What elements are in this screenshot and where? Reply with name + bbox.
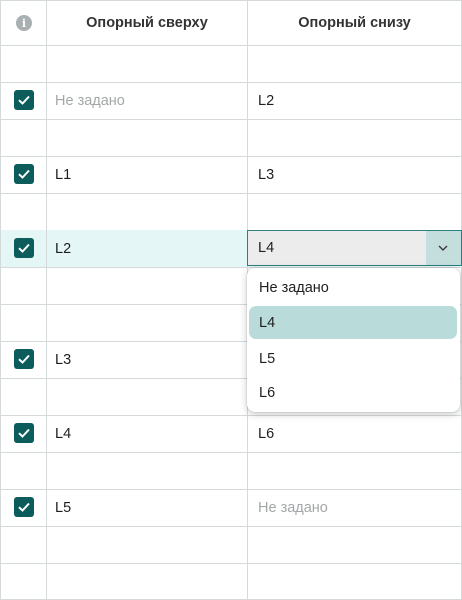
cell-bottom-reference[interactable]: L6 [258, 415, 458, 452]
cell-top-reference[interactable] [55, 267, 245, 304]
table-row[interactable] [1, 563, 462, 600]
dropdown-option[interactable]: Не задано [249, 271, 457, 304]
table-row[interactable]: L4 L6 [1, 415, 462, 453]
cell-top-reference[interactable]: L4 [55, 415, 245, 452]
cell-bottom-reference[interactable] [258, 526, 458, 563]
cell-top-reference[interactable] [55, 526, 245, 563]
check-icon [18, 95, 30, 105]
info-icon[interactable]: i [16, 15, 32, 31]
check-icon [18, 169, 30, 179]
table-row[interactable]: Не задано L2 [1, 82, 462, 120]
table-row[interactable] [1, 193, 462, 231]
dropdown-menu: Не задано L4 L5 L6 [247, 268, 460, 412]
column-header-bottom[interactable]: Опорный снизу [248, 1, 461, 45]
cell-top-reference[interactable]: L3 [55, 341, 245, 378]
cell-top-reference[interactable]: Не задано [55, 82, 245, 119]
cell-bottom-reference[interactable] [258, 563, 458, 600]
cell-bottom-reference[interactable] [258, 45, 458, 82]
cell-top-reference[interactable]: L1 [55, 156, 245, 193]
check-icon [18, 243, 30, 253]
column-divider [46, 1, 47, 599]
cell-top-reference[interactable] [55, 193, 245, 230]
dropdown-toggle-button[interactable] [426, 231, 461, 265]
dropdown-option[interactable]: L6 [249, 376, 457, 409]
bottom-reference-select[interactable]: L4 [247, 230, 462, 266]
check-icon [18, 354, 30, 364]
cell-top-reference[interactable] [55, 452, 245, 489]
row-checkbox[interactable] [14, 238, 34, 258]
table-row[interactable] [1, 45, 462, 83]
table-row[interactable] [1, 526, 462, 564]
chevron-down-icon [438, 245, 448, 251]
cell-bottom-reference[interactable]: L3 [258, 156, 458, 193]
check-icon [18, 502, 30, 512]
cell-bottom-reference[interactable] [258, 119, 458, 156]
table-row[interactable]: L1 L3 [1, 156, 462, 194]
table-row[interactable]: L5 Не задано [1, 489, 462, 527]
row-checkbox[interactable] [14, 497, 34, 517]
row-checkbox[interactable] [14, 164, 34, 184]
cell-bottom-reference[interactable] [258, 193, 458, 230]
dropdown-option[interactable]: L5 [249, 342, 457, 375]
table-row[interactable] [1, 119, 462, 157]
cell-top-reference[interactable] [55, 45, 245, 82]
cell-top-reference[interactable] [55, 378, 245, 415]
table-row[interactable] [1, 452, 462, 490]
cell-top-reference[interactable]: L2 [55, 230, 245, 267]
cell-top-reference[interactable] [55, 563, 245, 600]
select-value: L4 [258, 240, 275, 256]
cell-top-reference[interactable]: L5 [55, 489, 245, 526]
cell-bottom-reference[interactable]: L2 [258, 82, 458, 119]
cell-top-reference[interactable] [55, 304, 245, 341]
column-header-top[interactable]: Опорный сверху [47, 1, 247, 45]
cell-bottom-reference[interactable] [258, 452, 458, 489]
row-checkbox[interactable] [14, 349, 34, 369]
row-checkbox[interactable] [14, 423, 34, 443]
check-icon [18, 428, 30, 438]
row-checkbox[interactable] [14, 90, 34, 110]
cell-bottom-reference[interactable]: Не задано [258, 489, 458, 526]
cell-top-reference[interactable] [55, 119, 245, 156]
grid-header: i Опорный сверху Опорный снизу [1, 1, 462, 46]
dropdown-option[interactable]: L4 [249, 306, 457, 339]
